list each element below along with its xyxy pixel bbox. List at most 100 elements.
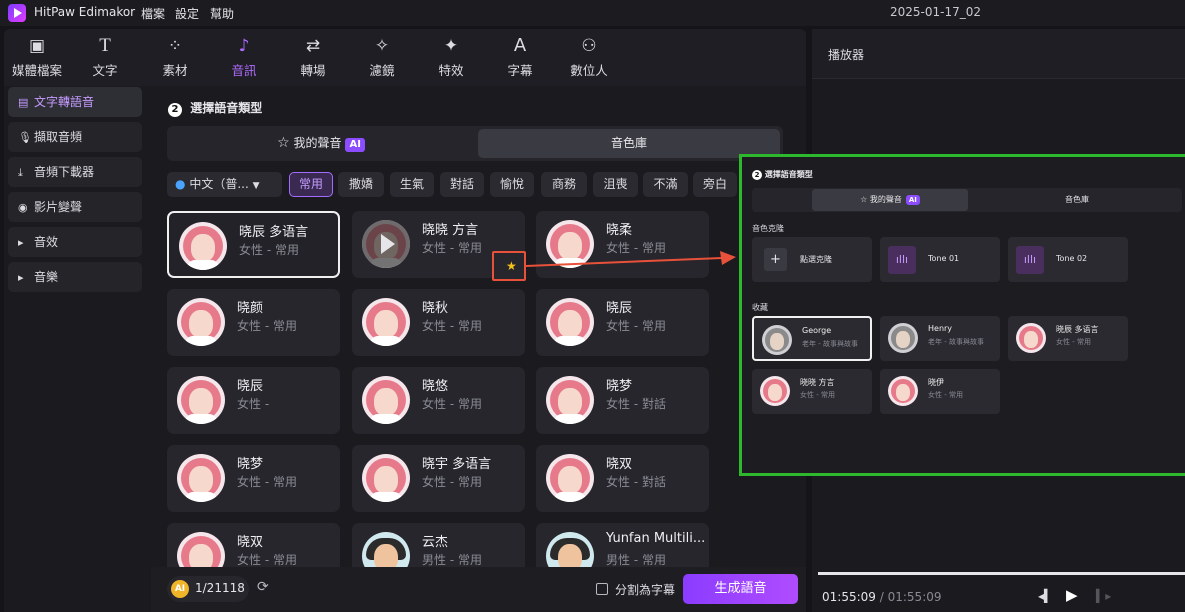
voice-avatar xyxy=(177,532,225,567)
voice-meta: 女性 - 對話 xyxy=(606,397,666,411)
play-icon xyxy=(381,234,395,254)
voice-meta: 女性 - 對話 xyxy=(606,475,666,489)
voice-avatar xyxy=(362,532,410,567)
voice-avatar xyxy=(760,376,790,406)
voice-avatar xyxy=(546,532,594,567)
voice-card[interactable]: 晓梦女性 - 對話 xyxy=(536,367,709,434)
voice-card[interactable]: 晓宇 多语言 女性 - 常用 xyxy=(352,445,525,512)
voice-name: 晓宇 多语言 xyxy=(422,457,492,472)
voice-name: Yunfan Multili... xyxy=(606,531,706,546)
star-icon: ★ xyxy=(506,259,517,273)
voice-name: 云杰 xyxy=(422,535,449,550)
voice-name: 晓双 xyxy=(606,457,633,472)
clone-voice-button[interactable]: + 點選克隆 xyxy=(752,237,872,282)
previous-frame-icon[interactable]: ◂▍ xyxy=(1038,589,1053,603)
tone-card-02[interactable]: ıllı Tone 02 xyxy=(1008,237,1128,282)
play-icon[interactable]: ▶ xyxy=(1066,586,1078,604)
voice-avatar xyxy=(177,376,225,424)
favorite-voice-meta: 女性 - 常用 xyxy=(1056,338,1091,346)
voice-card[interactable]: 云杰男性 - 常用 xyxy=(352,523,525,567)
favorite-voice-meta: 女性 - 常用 xyxy=(800,391,835,399)
favorite-voice-card[interactable]: 晓伊女性 - 常用 xyxy=(880,369,1000,414)
voice-grid: 晓辰 多语言 女性 - 常用 晓晓 方言 女性 - 常用 晓柔 女性 - 常用 晓颜 女性 -… xyxy=(0,0,806,567)
voice-avatar xyxy=(762,325,792,355)
favorites-section-title: 收藏 xyxy=(752,303,768,312)
player-time: 01:55:09 / 01:55:09 xyxy=(822,590,942,604)
voice-card[interactable]: 晓颜女性 - 常用 xyxy=(167,289,340,356)
voice-card[interactable]: 晓双女性 - 常用 xyxy=(167,523,340,567)
voice-avatar xyxy=(362,454,410,502)
annotation-arrow xyxy=(525,251,736,267)
voice-avatar xyxy=(177,454,225,502)
voice-meta: 女性 - 常用 xyxy=(237,553,297,567)
player-title: 播放器 xyxy=(828,48,865,62)
waveform-icon: ıllı xyxy=(1016,246,1044,274)
favorite-voice-card[interactable]: 晓晓 方言 女性 - 常用 xyxy=(752,369,872,414)
ai-coin-icon: AI xyxy=(171,580,189,598)
voice-avatar xyxy=(546,376,594,424)
favorite-voice-meta: 老年 - 故事與故事 xyxy=(928,338,984,346)
voice-card[interactable]: 晓辰 女性 - xyxy=(167,367,340,434)
voice-card[interactable]: 晓辰女性 - 常用 xyxy=(536,289,709,356)
favorite-voice-meta: 女性 - 常用 xyxy=(928,391,963,399)
voice-meta: 女性 - 常用 xyxy=(239,243,299,257)
voice-avatar xyxy=(362,298,410,346)
time-current: 01:55:09 xyxy=(822,590,876,604)
split-subtitle-checkbox[interactable] xyxy=(596,583,608,595)
voice-card[interactable]: Yunfan Multili... 男性 - 常用 xyxy=(536,523,709,567)
voice-avatar xyxy=(1016,323,1046,353)
favorite-voice-name: George xyxy=(802,326,832,335)
voice-name: 晓辰 xyxy=(237,379,264,394)
tone-card-01[interactable]: ıllı Tone 01 xyxy=(880,237,1000,282)
plus-icon: + xyxy=(764,248,787,271)
voice-avatar xyxy=(177,298,225,346)
refresh-icon[interactable]: ⟳ xyxy=(257,579,269,595)
next-frame-icon[interactable]: ▍▸ xyxy=(1096,589,1111,603)
overlay-tab-my-voice[interactable]: ☆ 我的聲音 AI xyxy=(812,189,968,211)
voice-card[interactable]: 晓双女性 - 對話 xyxy=(536,445,709,512)
favorite-voice-card[interactable]: George 老年 - 故事與故事 xyxy=(752,316,872,361)
voice-name: 晓梦 xyxy=(237,457,264,472)
voice-card[interactable]: 晓辰 多语言 女性 - 常用 xyxy=(167,211,340,278)
voice-meta: 男性 - 常用 xyxy=(422,553,482,567)
overlay-step-heading: 2 選擇語音類型 xyxy=(752,169,813,180)
play-overlay[interactable] xyxy=(362,220,410,268)
favorite-voice-name: 晓伊 xyxy=(928,378,944,387)
voice-meta: 女性 - 常用 xyxy=(422,319,482,333)
voice-meta: 女性 - 常用 xyxy=(422,475,482,489)
generate-speech-button[interactable]: 生成語音 xyxy=(683,574,798,604)
favorite-voice-meta: 老年 - 故事與故事 xyxy=(802,340,858,348)
voice-card[interactable]: 晓梦 女性 - 常用 xyxy=(167,445,340,512)
voice-name: 晓颜 xyxy=(237,301,264,316)
waveform-icon: ıllı xyxy=(888,246,916,274)
voice-avatar xyxy=(362,220,410,268)
voice-meta: 女性 - 常用 xyxy=(606,319,666,333)
project-title: 2025-01-17_02 xyxy=(890,5,982,19)
voice-name: 晓辰 多语言 xyxy=(239,225,309,240)
voice-meta: 男性 - 常用 xyxy=(606,553,666,567)
time-total: 01:55:09 xyxy=(887,590,942,604)
voice-avatar xyxy=(546,298,594,346)
overlay-tabs: ☆ 我的聲音 AI 音色庫 xyxy=(752,188,1182,212)
voice-name: 晓双 xyxy=(237,535,264,550)
voice-name: 晓梦 xyxy=(606,379,633,394)
clone-section-title: 音色克隆 xyxy=(752,224,784,233)
voice-meta: 女性 - 常用 xyxy=(237,319,297,333)
split-subtitle-label: 分割為字幕 xyxy=(615,583,676,597)
player-header xyxy=(812,29,1185,79)
voice-name: 晓柔 xyxy=(606,223,633,238)
star-outline-icon: ☆ xyxy=(860,195,868,204)
voice-name: 晓晓 方言 xyxy=(422,223,479,238)
favorite-voice-card[interactable]: 晓辰 多语言 女性 - 常用 xyxy=(1008,316,1128,361)
favorites-preview-inset: 2 選擇語音類型 ☆ 我的聲音 AI 音色庫 音色克隆 + 點選克隆 ıllı T… xyxy=(739,154,1185,476)
favorite-voice-name: Henry xyxy=(928,324,953,333)
voice-meta: 女性 - 常用 xyxy=(422,241,482,255)
voice-name: 晓辰 xyxy=(606,301,633,316)
favorite-voice-name: 晓辰 多语言 xyxy=(1056,325,1099,334)
voice-card[interactable]: 晓秋 女性 - 常用 xyxy=(352,289,525,356)
overlay-tab-library[interactable]: 音色庫 xyxy=(972,188,1182,212)
player-progress-bar[interactable] xyxy=(818,572,1185,575)
favorite-star-button[interactable]: ★ xyxy=(492,251,526,281)
favorite-voice-card[interactable]: Henry 老年 - 故事與故事 xyxy=(880,316,1000,361)
voice-card[interactable]: 晓悠 女性 - 常用 xyxy=(352,367,525,434)
